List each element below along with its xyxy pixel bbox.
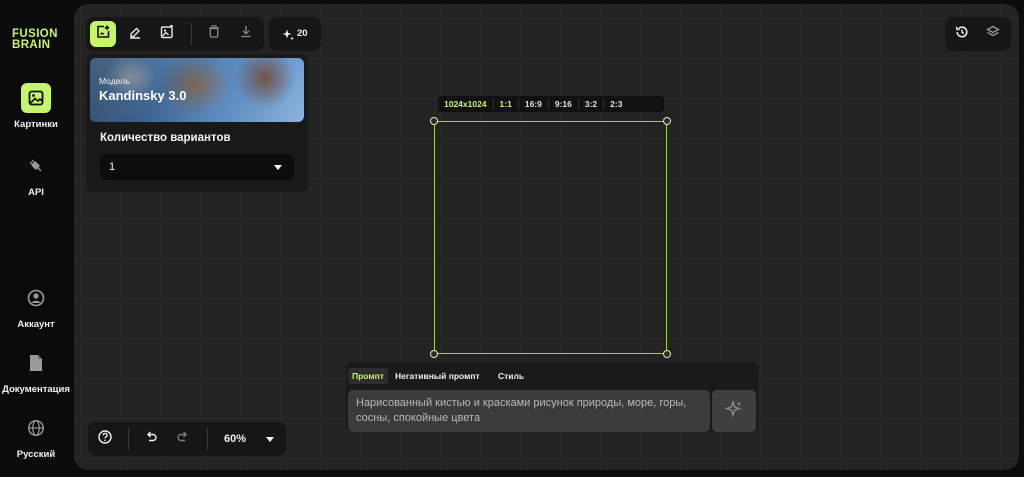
generate-button[interactable] [712,390,756,432]
layers-button[interactable] [980,21,1006,47]
zoom-value: 60% [224,433,247,445]
user-icon [21,283,51,313]
sidebar-item-label: Картинки [14,119,58,130]
variants-value: 1 [109,161,116,173]
variants-label: Количество вариантов [100,132,231,144]
add-image-icon [96,25,110,44]
history-icon [955,25,969,44]
download-button[interactable] [233,21,259,47]
sparkle-icon [724,399,743,423]
layers-icon [986,25,1000,44]
ratio-option[interactable]: 3:2 [579,96,603,112]
sparkle-icon [282,28,294,46]
sidebar-item-language[interactable]: Русский [0,413,72,460]
chevron-down-icon [266,437,274,442]
canvas-area[interactable]: 20 Модель Kandinsky 3.0 Количество вариа… [74,4,1019,470]
image-icon [21,83,51,113]
logo[interactable]: FUSION BRAIN [12,28,58,51]
eraser-button[interactable] [122,21,148,47]
tab-negative-prompt[interactable]: Негативный промпт [391,368,484,384]
plug-icon [21,151,51,181]
top-right-panel [945,17,1011,51]
aspect-ratio-bar: 1024x1024 1:1 16:9 9:16 3:2 2:3 [438,96,664,112]
bottom-divider [128,428,129,450]
tab-prompt[interactable]: Промпт [348,368,388,384]
left-sidebar: FUSION BRAIN Картинки API Аккаунт Докуме… [0,0,72,477]
help-icon [98,429,112,449]
credits-counter[interactable]: 20 [269,17,321,51]
toolbar-divider [191,23,192,45]
image-edit-icon [160,24,174,44]
sidebar-item-images[interactable]: Картинки [0,83,72,130]
ratio-option[interactable]: 9:16 [549,96,578,112]
zoom-select[interactable]: 60% [214,426,280,452]
image-edit-button[interactable] [154,21,180,47]
sidebar-item-api[interactable]: API [0,151,72,198]
sidebar-item-docs[interactable]: Документация [0,348,72,395]
model-label: Модель [99,76,130,86]
bottom-controls-panel: 60% [88,422,286,456]
sidebar-item-label: Аккаунт [17,319,55,330]
download-icon [240,25,252,43]
tools-panel [86,17,264,51]
chevron-down-icon [274,165,282,170]
resize-handle-top-right[interactable] [663,117,671,125]
tab-style[interactable]: Стиль [494,368,528,384]
resolution-label: 1024x1024 [444,99,487,109]
prompt-panel: Промпт Негативный промпт Стиль Нарисован… [346,362,758,432]
resize-handle-bottom-left[interactable] [430,350,438,358]
ratio-option[interactable]: 2:3 [604,96,628,112]
sidebar-item-label: Русский [16,449,56,460]
add-image-button[interactable] [90,21,116,47]
undo-icon [144,430,158,449]
sidebar-item-label: Документация [2,384,70,395]
variants-select[interactable]: 1 [100,154,294,180]
resize-handle-bottom-right[interactable] [663,350,671,358]
trash-icon [208,25,220,43]
history-button[interactable] [949,21,975,47]
help-button[interactable] [92,426,118,452]
model-card[interactable]: Модель Kandinsky 3.0 [90,58,304,122]
globe-icon [21,413,51,443]
ratio-option[interactable]: 1:1 [494,96,518,112]
credits-count: 20 [297,28,308,39]
redo-icon [176,430,190,449]
generation-frame[interactable] [434,121,667,354]
delete-button[interactable] [201,21,227,47]
sidebar-item-account[interactable]: Аккаунт [0,283,72,330]
model-name: Kandinsky 3.0 [99,88,187,103]
redo-button[interactable] [170,426,196,452]
bottom-divider [207,428,208,450]
undo-button[interactable] [138,426,164,452]
document-icon [21,348,51,378]
sidebar-item-label: API [28,187,44,198]
prompt-input[interactable]: Нарисованный кистью и красками рисунок п… [348,390,710,432]
eraser-icon [128,25,142,44]
ratio-option[interactable]: 16:9 [519,96,548,112]
resize-handle-top-left[interactable] [430,117,438,125]
